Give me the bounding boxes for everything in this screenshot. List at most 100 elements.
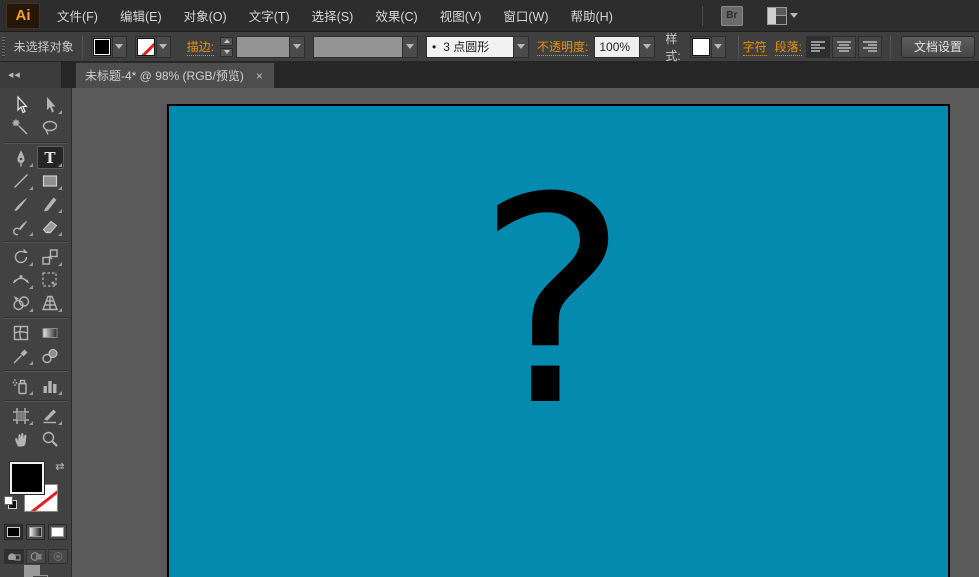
chevron-down-icon[interactable] xyxy=(639,36,655,57)
selection-tool[interactable] xyxy=(8,93,35,116)
control-bar: 未选择对象 描边: • 3 点圆形 不透明度: 样式: xyxy=(0,32,979,63)
tool-group-divider xyxy=(3,314,68,321)
go-to-bridge-button[interactable]: Br xyxy=(720,5,743,26)
stroke-panel-link[interactable]: 描边: xyxy=(186,38,215,56)
free-transform-tool[interactable] xyxy=(37,268,64,291)
canvas-pasteboard[interactable]: ? xyxy=(72,88,979,577)
paragraph-align-group xyxy=(805,35,882,58)
zoom-tool[interactable] xyxy=(37,427,64,450)
graphic-style-button[interactable] xyxy=(689,35,726,58)
fill-swatch-black[interactable] xyxy=(9,462,44,495)
magic-wand-tool[interactable] xyxy=(8,116,35,139)
symbol-sprayer-tool[interactable] xyxy=(8,374,35,397)
draw-normal-button[interactable] xyxy=(3,549,24,565)
align-left-button[interactable] xyxy=(805,35,830,58)
scale-tool[interactable] xyxy=(37,245,64,268)
chevron-down-icon[interactable] xyxy=(111,36,126,57)
stroke-weight-combo[interactable] xyxy=(236,35,306,58)
menu-object[interactable]: 对象(O) xyxy=(173,0,238,32)
artboard[interactable]: ? xyxy=(167,104,950,577)
slice-tool[interactable] xyxy=(37,404,64,427)
menu-file[interactable]: 文件(F) xyxy=(46,0,109,32)
shape-builder-tool[interactable] xyxy=(8,291,35,314)
column-graph-tool[interactable] xyxy=(37,374,64,397)
paragraph-panel-link[interactable]: 段落: xyxy=(774,38,802,56)
line-segment-tool[interactable] xyxy=(8,169,35,192)
mesh-tool[interactable] xyxy=(8,321,35,344)
menu-edit[interactable]: 编辑(E) xyxy=(109,0,173,32)
menubar-divider xyxy=(701,5,703,26)
color-icon xyxy=(7,527,20,538)
fill-color-swatch xyxy=(92,37,111,56)
none-slash-icon xyxy=(138,39,154,55)
fill-color-button[interactable] xyxy=(90,35,127,58)
pencil-tool[interactable] xyxy=(37,192,64,215)
blob-brush-tool[interactable] xyxy=(8,215,35,238)
stepper-up-button[interactable] xyxy=(220,36,234,46)
opacity-combo[interactable] xyxy=(594,35,656,58)
direct-selection-tool[interactable] xyxy=(37,93,64,116)
tools-panel-collapse-button[interactable]: ◀◀ xyxy=(0,62,62,88)
paintbrush-tool[interactable] xyxy=(8,192,35,215)
blend-tool[interactable] xyxy=(37,344,64,367)
chevron-down-icon xyxy=(789,13,798,18)
character-panel-link[interactable]: 字符 xyxy=(742,38,767,56)
rectangle-tool[interactable] xyxy=(37,169,64,192)
align-center-button[interactable] xyxy=(831,35,856,58)
document-setup-button[interactable]: 文档设置 xyxy=(900,35,975,58)
draw-inside-button[interactable] xyxy=(47,549,68,565)
menu-select[interactable]: 选择(S) xyxy=(301,0,365,32)
variable-width-profile-combo[interactable] xyxy=(313,35,419,58)
eraser-tool[interactable] xyxy=(37,215,64,238)
default-fill-stroke-icon[interactable] xyxy=(3,496,18,510)
brush-definition-combo[interactable]: • 3 点圆形 xyxy=(426,35,530,58)
opacity-panel-link[interactable]: 不透明度: xyxy=(537,38,589,56)
stroke-color-button[interactable] xyxy=(134,35,171,58)
type-tool[interactable]: T xyxy=(36,146,64,170)
brush-dot-icon: • xyxy=(432,39,437,54)
rotate-tool[interactable] xyxy=(8,245,35,268)
stepper-down-button[interactable] xyxy=(220,47,234,57)
pen-tool[interactable] xyxy=(8,146,35,169)
document-tab[interactable]: 未标题-4* @ 98% (RGB/预览) × xyxy=(75,62,275,88)
document-tab-title: 未标题-4* @ 98% (RGB/预览) xyxy=(85,69,244,83)
perspective-grid-tool[interactable] xyxy=(37,291,64,314)
paintbrush-icon xyxy=(14,197,28,211)
chevron-down-icon[interactable] xyxy=(155,36,170,57)
lasso-icon xyxy=(42,120,58,135)
chevron-down-icon[interactable] xyxy=(513,36,529,57)
chevron-down-icon[interactable] xyxy=(289,36,305,57)
menu-view[interactable]: 视图(V) xyxy=(429,0,493,32)
color-button[interactable] xyxy=(4,524,23,541)
question-mark-artwork[interactable]: ? xyxy=(477,161,628,446)
stroke-weight-stepper[interactable] xyxy=(220,36,234,57)
width-tool[interactable] xyxy=(8,268,35,291)
hand-tool[interactable] xyxy=(8,427,35,450)
workspace-layout-icon xyxy=(766,6,787,25)
panel-grip[interactable] xyxy=(2,35,8,58)
align-right-button[interactable] xyxy=(857,35,882,58)
gradient-icon xyxy=(42,327,58,338)
swap-fill-stroke-icon[interactable]: ⇄ xyxy=(55,460,64,473)
menu-window[interactable]: 窗口(W) xyxy=(492,0,559,32)
workspace-switcher[interactable] xyxy=(766,6,798,25)
eyedropper-tool[interactable] xyxy=(8,344,35,367)
gradient-button[interactable] xyxy=(26,524,45,541)
align-left-icon xyxy=(810,40,825,52)
menu-help[interactable]: 帮助(H) xyxy=(560,0,624,32)
illustrator-logo-icon: Ai xyxy=(6,2,40,29)
close-icon[interactable]: × xyxy=(254,69,265,83)
artboard-tool[interactable] xyxy=(8,404,35,427)
draw-behind-icon xyxy=(30,552,41,562)
none-button[interactable] xyxy=(48,524,67,541)
chevron-down-icon[interactable] xyxy=(402,36,418,57)
draw-behind-button[interactable] xyxy=(25,549,46,565)
menu-type[interactable]: 文字(T) xyxy=(238,0,301,32)
chevron-down-icon[interactable] xyxy=(710,36,725,57)
gradient-icon xyxy=(29,527,42,538)
gradient-tool[interactable] xyxy=(37,321,64,344)
lasso-tool[interactable] xyxy=(37,116,64,139)
opacity-input[interactable] xyxy=(595,36,640,57)
stroke-none-swatch xyxy=(136,37,155,56)
menu-effect[interactable]: 效果(C) xyxy=(364,0,428,32)
